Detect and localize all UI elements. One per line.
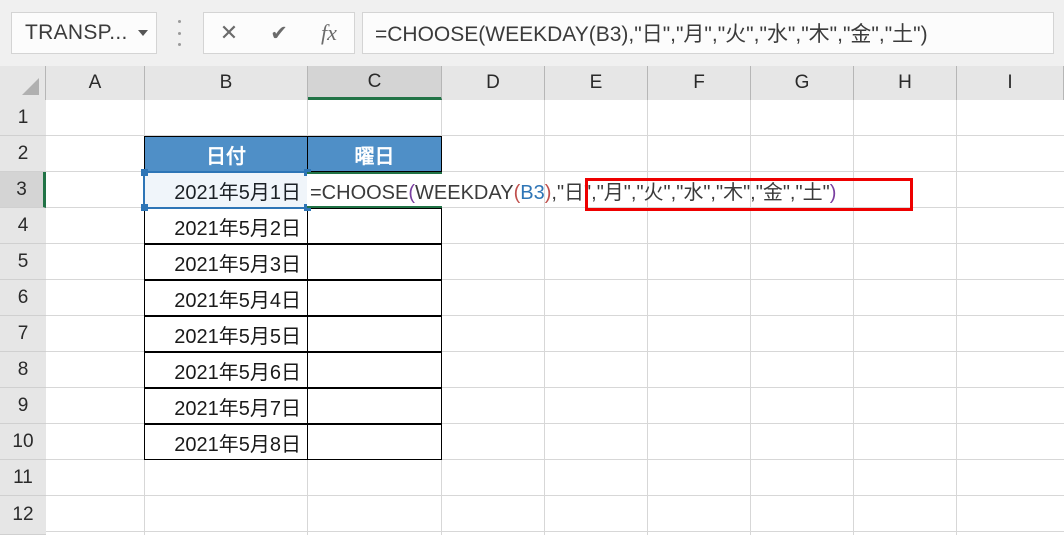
cell-c9[interactable]	[307, 388, 442, 424]
row-header-8[interactable]: 8	[0, 352, 46, 388]
row-header-12[interactable]: 12	[0, 496, 46, 535]
gridline-h-12	[46, 531, 1064, 532]
enter-button[interactable]: ✔	[254, 13, 304, 53]
chevron-down-icon	[138, 30, 148, 36]
formula-bar-strip: TRANSP... ✕ ✔ fx =CHOOSE(WEEKDAY(B3),"日"…	[0, 0, 1064, 66]
select-all-icon	[22, 78, 39, 95]
column-header-g[interactable]: G	[751, 66, 854, 100]
row-header-7[interactable]: 7	[0, 316, 46, 352]
column-header-h[interactable]: H	[854, 66, 957, 100]
formula-token-0: =CHOOSE	[310, 181, 409, 204]
cell-c3-editing[interactable]: =CHOOSE(WEEKDAY(B3),"日","月","火","水","木",…	[307, 172, 836, 208]
column-header-e[interactable]: E	[545, 66, 648, 100]
cell-b2-header[interactable]: 日付	[144, 136, 308, 172]
column-header-f[interactable]: F	[648, 66, 751, 100]
row-header-4[interactable]: 4	[0, 208, 46, 244]
cell-c3-formula-text: =CHOOSE(WEEKDAY(B3),"日","月","火","水","木",…	[310, 176, 836, 205]
column-header-i[interactable]: I	[957, 66, 1064, 100]
cell-c4[interactable]	[307, 208, 442, 244]
row-header-column: 1 2 3 4 5 6 7 8 9 10 11 12	[0, 100, 46, 535]
check-icon: ✔	[270, 21, 288, 45]
formula-token-2: WEEKDAY	[415, 181, 514, 204]
formula-token-7: )	[829, 181, 837, 204]
cell-c6[interactable]	[307, 280, 442, 316]
cell-b10[interactable]: 2021年5月8日	[144, 424, 308, 460]
formula-input[interactable]: =CHOOSE(WEEKDAY(B3),"日","月","火","水","木",…	[362, 12, 1054, 54]
formula-token-6: ,"日","月","火","水","木","金","土"	[551, 181, 830, 204]
cell-b4[interactable]: 2021年5月2日	[144, 208, 308, 244]
row-header-1[interactable]: 1	[0, 100, 46, 136]
cell-b5[interactable]: 2021年5月3日	[144, 244, 308, 280]
gridline-v-d	[544, 100, 545, 535]
cell-c7[interactable]	[307, 316, 442, 352]
row-header-5[interactable]: 5	[0, 244, 46, 280]
sheet-cells[interactable]: 日付 曜日 2021年5月1日 2021年5月2日 2021年5月3日 2021…	[46, 100, 1064, 535]
cell-b9[interactable]: 2021年5月7日	[144, 388, 308, 424]
gridline-v-g	[853, 100, 854, 535]
formula-action-buttons: ✕ ✔ fx	[203, 12, 355, 54]
column-header-c[interactable]: C	[308, 66, 442, 100]
name-box-dropdown[interactable]	[130, 30, 156, 36]
row-header-11[interactable]: 11	[0, 460, 46, 496]
close-icon: ✕	[219, 20, 239, 45]
cell-c8[interactable]	[307, 352, 442, 388]
spreadsheet-grid: A B C D E F G H I 1 2 3 4 5 6 7 8 9 10 1…	[0, 66, 1064, 535]
row-header-3[interactable]: 3	[0, 172, 46, 208]
gridline-v-f	[750, 100, 751, 535]
insert-function-button[interactable]: fx	[304, 13, 354, 53]
function-icon: fx	[321, 20, 337, 45]
row-header-6[interactable]: 6	[0, 280, 46, 316]
cell-b7[interactable]: 2021年5月5日	[144, 316, 308, 352]
column-header-d[interactable]: D	[442, 66, 545, 100]
name-box[interactable]: TRANSP...	[11, 12, 157, 54]
select-all-button[interactable]	[0, 66, 46, 100]
cell-c2-header[interactable]: 曜日	[307, 136, 442, 172]
gridline-v-e	[647, 100, 648, 535]
name-box-value: TRANSP...	[25, 21, 128, 44]
cell-b8[interactable]: 2021年5月6日	[144, 352, 308, 388]
row-header-9[interactable]: 9	[0, 388, 46, 424]
column-header-a[interactable]: A	[46, 66, 145, 100]
column-header-row: A B C D E F G H I	[0, 66, 1064, 100]
gridline-v-h	[956, 100, 957, 535]
cell-c10[interactable]	[307, 424, 442, 460]
cancel-button[interactable]: ✕	[204, 13, 254, 53]
cell-b6[interactable]: 2021年5月4日	[144, 280, 308, 316]
gridline-h-11	[46, 495, 1064, 496]
cell-b3[interactable]: 2021年5月1日	[144, 172, 308, 208]
column-header-b[interactable]: B	[145, 66, 308, 100]
row-header-10[interactable]: 10	[0, 424, 46, 460]
formula-token-4: B3	[520, 181, 545, 204]
row-header-2[interactable]: 2	[0, 136, 46, 172]
formula-bar-grip	[176, 20, 182, 46]
cell-c5[interactable]	[307, 244, 442, 280]
